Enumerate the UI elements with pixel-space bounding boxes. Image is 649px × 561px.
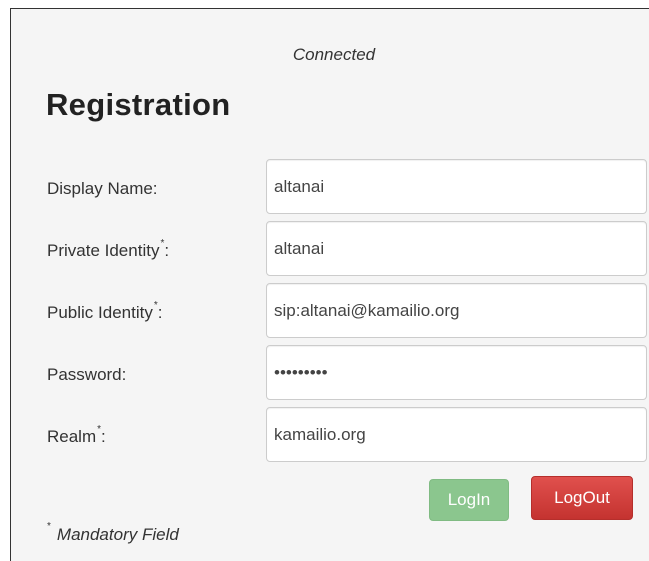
- display-name-input[interactable]: [266, 159, 647, 214]
- mandatory-field-note: * Mandatory Field: [47, 521, 179, 544]
- public-identity-row: Public Identity*:: [11, 283, 649, 340]
- password-row: Password:: [11, 345, 649, 402]
- public-identity-label: Public Identity*:: [47, 300, 163, 322]
- password-label: Password:: [47, 365, 127, 384]
- required-marker: *: [160, 238, 165, 249]
- private-identity-row: Private Identity*:: [11, 221, 649, 278]
- registration-panel: Connected Registration Display Name: Pri…: [10, 8, 649, 561]
- public-identity-input[interactable]: [266, 283, 647, 338]
- required-marker: *: [97, 424, 102, 435]
- required-marker: *: [153, 300, 158, 311]
- realm-row: Realm*:: [11, 407, 649, 464]
- realm-input[interactable]: [266, 407, 647, 462]
- connection-status: Connected: [292, 45, 376, 64]
- display-name-row: Display Name:: [11, 159, 649, 216]
- logout-button[interactable]: LogOut: [531, 476, 633, 520]
- login-button[interactable]: LogIn: [429, 479, 509, 521]
- required-marker: *: [47, 521, 51, 532]
- page-title: Registration: [46, 87, 231, 122]
- private-identity-input[interactable]: [266, 221, 647, 276]
- display-name-label: Display Name:: [47, 179, 158, 198]
- password-input[interactable]: [266, 345, 647, 400]
- realm-label: Realm*:: [47, 424, 106, 446]
- private-identity-label: Private Identity*:: [47, 238, 170, 260]
